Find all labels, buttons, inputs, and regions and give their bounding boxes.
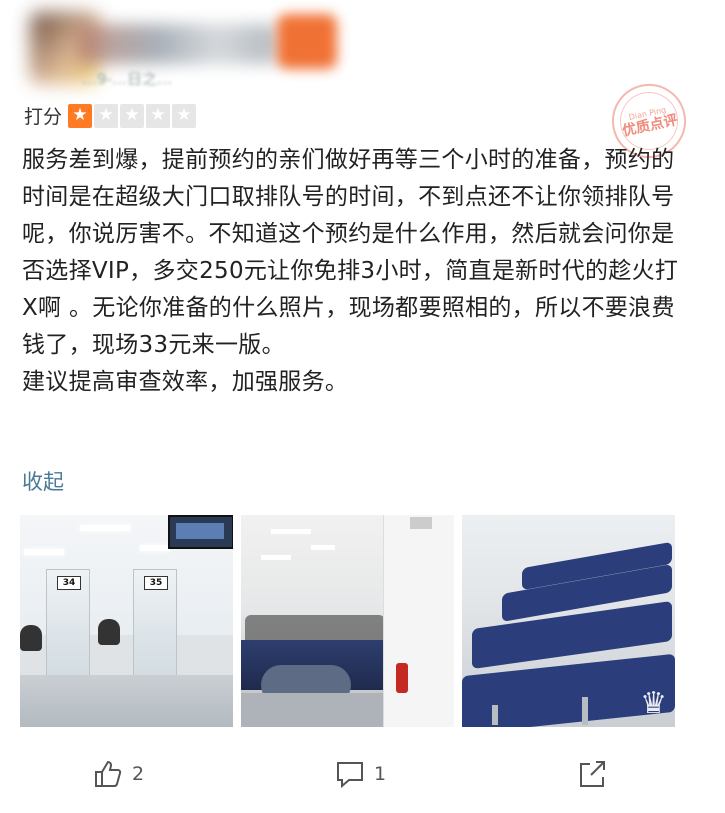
action-bar: 2 1 (0, 752, 725, 802)
thumbs-up-icon (95, 760, 122, 787)
service-counter: 34 (46, 569, 90, 691)
user-level-badge (277, 14, 337, 69)
comment-icon (337, 762, 363, 789)
crown-icon: ♛ (640, 686, 667, 721)
review-paragraph: 服务差到爆，提前预约的亲们做好再等三个小时的准备，预约的时间是在超级大门口取排队… (22, 147, 679, 358)
user-header[interactable]: …9-…日之… (22, 6, 342, 88)
rating-row: 打分 ★ ★ ★ ★ ★ (24, 102, 198, 129)
review-paragraph: 建议提高审查效率，加强服务。 (22, 369, 349, 395)
counter-number: 35 (144, 576, 168, 590)
star-icon: ★ (172, 103, 197, 128)
star-icon: ★ (68, 103, 93, 128)
username-blurred (77, 24, 277, 64)
photo-service-counters[interactable]: 34 35 (20, 515, 233, 727)
share-icon (580, 761, 605, 787)
share-button[interactable] (576, 758, 616, 790)
fire-extinguisher (396, 663, 408, 693)
service-counter: 35 (133, 569, 177, 691)
comment-count: 1 (374, 763, 387, 785)
counter-number: 34 (57, 576, 81, 590)
like-button[interactable]: 2 (92, 758, 144, 790)
photo-strip: 34 35 ♛ (20, 515, 675, 727)
photo-empty-seats[interactable]: ♛ (462, 515, 675, 727)
photo-waiting-hall[interactable] (241, 515, 454, 727)
display-screen (168, 515, 233, 549)
collapse-link[interactable]: 收起 (22, 466, 64, 496)
comment-button[interactable]: 1 (334, 758, 386, 790)
star-icon: ★ (146, 103, 171, 128)
review-date: …9-…日之… (82, 70, 172, 88)
star-icon: ★ (94, 103, 119, 128)
rating-label: 打分 (24, 106, 63, 128)
review-body: 服务差到爆，提前预约的亲们做好再等三个小时的准备，预约的时间是在超级大门口取排队… (22, 142, 682, 401)
like-count: 2 (132, 763, 145, 785)
star-icon: ★ (120, 103, 145, 128)
